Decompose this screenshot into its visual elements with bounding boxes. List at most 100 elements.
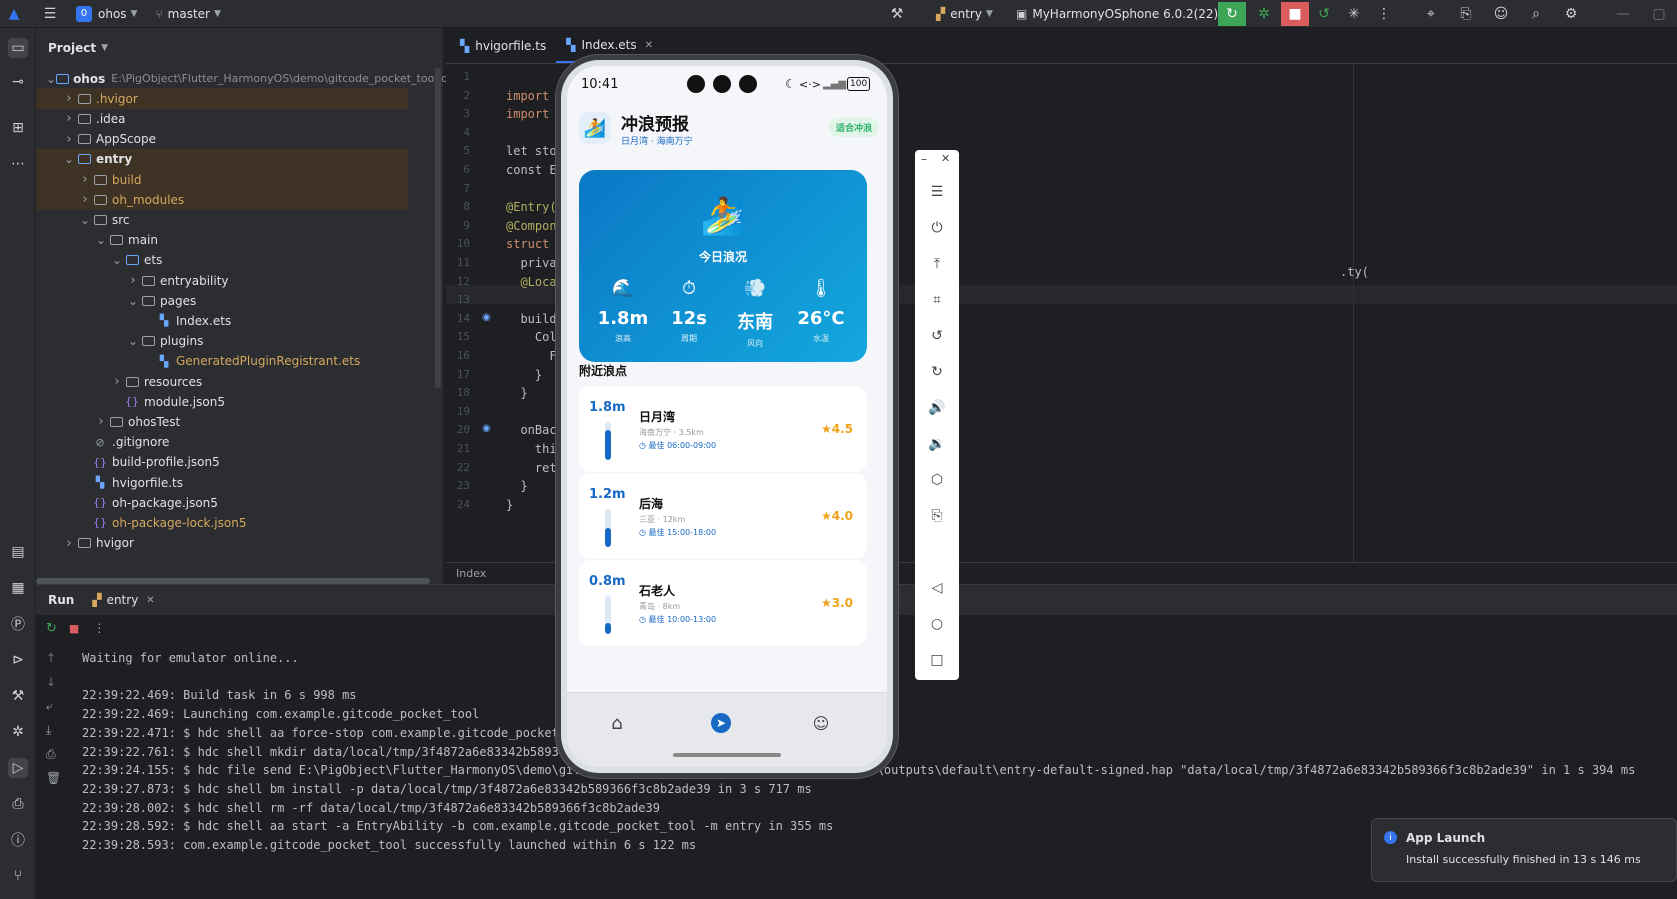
chevron-right-icon[interactable]: › — [110, 374, 124, 389]
project-folder-icon[interactable]: ▭ — [8, 38, 28, 58]
tree-item[interactable]: › .hvigor — [36, 88, 408, 110]
chevron-down-icon[interactable]: ⌄ — [94, 233, 108, 247]
chevron-right-icon[interactable]: › — [94, 414, 108, 429]
tab-index-ets[interactable]: ▚ Index.ets ✕ — [556, 29, 664, 63]
volume-down-icon[interactable]: 🔉 — [925, 432, 949, 456]
stop-icon[interactable]: ■ — [1281, 1, 1309, 26]
volume-up-icon[interactable]: 🔊 — [925, 396, 949, 420]
phone-screen[interactable]: 10:41 ☾ <·> ▂▄▆ 100 🏄 冲浪预报 日月湾 · 海南万宁 适合… — [567, 66, 887, 767]
trash-icon[interactable]: 🗑 — [46, 771, 61, 785]
more-vertical-icon[interactable]: ⋮ — [93, 621, 105, 635]
screenshot-icon[interactable]: ⎘ — [925, 504, 949, 528]
tree-item[interactable]: ▚ GeneratedPluginRegistrant.ets — [36, 351, 408, 372]
chevron-right-icon[interactable]: › — [78, 172, 92, 187]
tree-item[interactable]: › entryability — [36, 270, 408, 291]
crop-icon[interactable]: ⌗ — [925, 288, 949, 312]
chevron-down-icon[interactable]: ⌄ — [126, 334, 140, 348]
minimize-icon[interactable]: — — [1609, 2, 1637, 26]
build-icon[interactable]: ⚒ — [8, 686, 28, 706]
home-icon[interactable]: ⌂ — [603, 709, 631, 737]
branch-switcher[interactable]: ⑂ master ▼ — [149, 2, 226, 26]
settings-gear-icon[interactable]: ⚙ — [1557, 2, 1585, 26]
chevron-down-icon[interactable]: ⌄ — [126, 294, 140, 308]
chevron-right-icon[interactable]: › — [62, 132, 76, 147]
main-menu-icon[interactable]: ☰ — [36, 2, 64, 26]
more-horizontal-icon[interactable]: ⋯ — [8, 154, 28, 174]
power-icon[interactable]: ⏻ — [925, 216, 949, 240]
run-config-selector[interactable]: ▞ entry ▼ — [930, 2, 999, 26]
today-wave-card[interactable]: 🏄 今日浪况 🌊 1.8m 浪高 ⏱ 12s 周期 💨 东南 风向 🌡 26°C 水温 — [579, 170, 867, 362]
git-icon[interactable]: ⑂ — [8, 866, 28, 886]
maximize-icon[interactable]: ▢ — [1645, 2, 1673, 26]
run-strip-icon[interactable]: ▷ — [8, 758, 28, 778]
layout-icon[interactable]: ▦ — [8, 578, 28, 598]
back-icon[interactable]: ◁ — [925, 576, 949, 600]
upload-icon[interactable]: ⤒ — [925, 252, 949, 276]
chevron-down-icon[interactable]: ⌄ — [110, 253, 124, 267]
tree-item[interactable]: ⌄ src — [36, 209, 408, 230]
chevron-right-icon[interactable]: › — [62, 111, 76, 126]
folder-sync-icon[interactable]: ⎘ — [1452, 2, 1480, 26]
tree-item[interactable]: › ohosTest — [36, 411, 408, 432]
bookmarks-icon[interactable]: ▤ — [8, 542, 28, 562]
scroll-up-icon[interactable]: ↑ — [46, 651, 56, 665]
profiler-strip-icon[interactable]: Ⓟ — [8, 614, 28, 634]
close-emulator-icon[interactable]: ✕ — [941, 152, 950, 165]
chevron-right-icon[interactable]: › — [62, 91, 76, 106]
device-manager-icon[interactable]: ⌖ — [1417, 2, 1445, 26]
minimize-emulator-icon[interactable]: – — [921, 152, 927, 166]
tree-item[interactable]: › resources — [36, 371, 408, 392]
close-icon[interactable]: ✕ — [146, 595, 154, 606]
app-logo-icon[interactable]: ▲ — [0, 2, 28, 26]
recents-icon[interactable]: □ — [925, 648, 949, 672]
project-pane-header[interactable]: Project ▼ — [36, 28, 443, 68]
chevron-down-icon[interactable]: ⌄ — [78, 213, 92, 227]
run-pane-title[interactable]: Run — [48, 593, 74, 607]
device-selector[interactable]: ▣ MyHarmonyOSphone 6.0.2(22) ▼ — [1010, 2, 1235, 26]
stop-icon[interactable]: ■ — [69, 622, 79, 635]
more-vertical-icon[interactable]: ⋮ — [1370, 2, 1398, 26]
tree-item[interactable]: ⌄ ohos E:\PigObject\Flutter_HarmonyOS\demo… — [36, 68, 455, 89]
tree-item[interactable]: ⌄ entry — [36, 148, 408, 170]
services-icon[interactable]: ⊳ — [8, 650, 28, 670]
debug-icon[interactable]: ✲ — [1250, 2, 1278, 26]
chevron-down-icon[interactable]: ⌄ — [62, 152, 76, 166]
tree-item[interactable]: ⌄ plugins — [36, 331, 408, 352]
override-gutter-icon[interactable]: ◉ — [482, 423, 491, 434]
problems-icon[interactable]: ⓘ — [8, 830, 28, 850]
tree-item[interactable]: › build — [36, 169, 408, 190]
rerun-icon[interactable]: ↻ — [1218, 1, 1246, 26]
hammer-icon[interactable]: ⚒ — [883, 2, 911, 26]
chevron-down-icon[interactable]: ⌄ — [46, 72, 56, 86]
tree-item[interactable]: › oh_modules — [36, 189, 408, 211]
project-switcher[interactable]: 0 ohos ▼ — [70, 2, 143, 26]
spot-card[interactable]: 0.8m 石老人 青岛 · 8km ◷ 最佳 10:00-13:00 ★3.0 — [579, 560, 867, 646]
rerun-icon[interactable]: ↻ — [46, 621, 57, 636]
tree-item[interactable]: {} oh-package.json5 — [36, 492, 408, 513]
scroll-down-icon[interactable]: ↓ — [46, 675, 56, 689]
tree-item[interactable]: ⌄ pages — [36, 290, 408, 311]
tree-item[interactable]: ▚ Index.ets — [36, 310, 408, 331]
structure-icon[interactable]: ⊞ — [8, 118, 28, 138]
tree-item[interactable]: {} build-profile.json5 — [36, 452, 408, 473]
tree-item[interactable]: › .idea — [36, 108, 408, 129]
home-circle-icon[interactable]: ○ — [925, 612, 949, 636]
profiler-icon[interactable]: ✳ — [1340, 2, 1368, 26]
app-launch-notification[interactable]: i App Launch Install successfully finish… — [1371, 818, 1677, 882]
vertical-scrollbar[interactable] — [435, 68, 441, 388]
tab-hvigorfile[interactable]: ▚ hvigorfile.ts — [450, 29, 556, 63]
account-icon[interactable]: ☺ — [1487, 2, 1515, 26]
close-icon[interactable]: ✕ — [645, 40, 653, 51]
tree-item[interactable]: ⌄ main — [36, 230, 408, 251]
spot-card[interactable]: 1.8m 日月湾 海南万宁 · 3.5km ◷ 最佳 06:00-09:00 ★4.5 — [579, 386, 867, 472]
tree-item[interactable]: › AppScope — [36, 129, 408, 150]
scroll-to-end-icon[interactable]: ⤓ — [46, 723, 51, 738]
print-icon[interactable]: ⎙ — [46, 747, 56, 762]
commit-icon[interactable]: ⊸ — [8, 72, 28, 92]
tree-item[interactable]: {} module.json5 — [36, 391, 408, 412]
chevron-right-icon[interactable]: › — [126, 273, 140, 288]
rotate-right-icon[interactable]: ↻ — [925, 360, 949, 384]
profile-icon[interactable]: ☺ — [807, 709, 835, 737]
tree-item[interactable]: ⌄ ets — [36, 250, 408, 271]
fold-icon[interactable]: ⬡ — [925, 468, 949, 492]
